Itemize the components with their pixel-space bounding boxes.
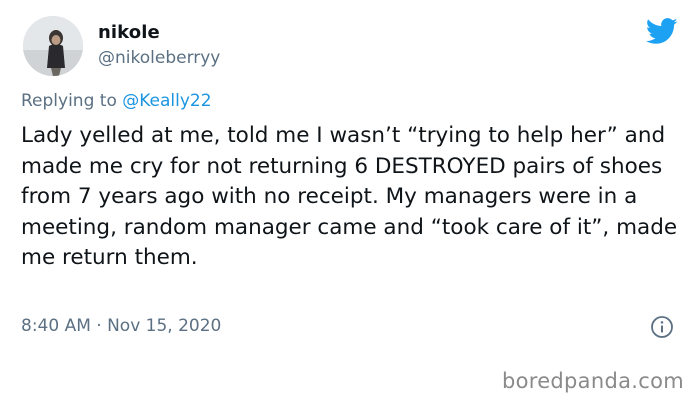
reply-mention-link[interactable]: @Keally22 [122, 91, 211, 111]
display-name[interactable]: nikole [98, 22, 160, 43]
tweet-card: nikole @nikoleberryy Replying to @Keally… [0, 0, 700, 360]
info-icon[interactable] [650, 315, 674, 339]
twitter-bird-icon[interactable] [646, 18, 678, 45]
tweet-text: Lady yelled at me, told me I wasn’t “try… [21, 123, 678, 270]
user-handle[interactable]: @nikoleberryy [98, 48, 220, 68]
tweet-timestamp[interactable]: 8:40 AM · Nov 15, 2020 [21, 316, 221, 336]
replying-to: Replying to @Keally22 [21, 91, 212, 111]
replying-to-label: Replying to [21, 91, 123, 111]
avatar-photo [23, 16, 83, 76]
watermark: boredpanda.com [501, 369, 684, 393]
avatar[interactable] [23, 16, 83, 76]
